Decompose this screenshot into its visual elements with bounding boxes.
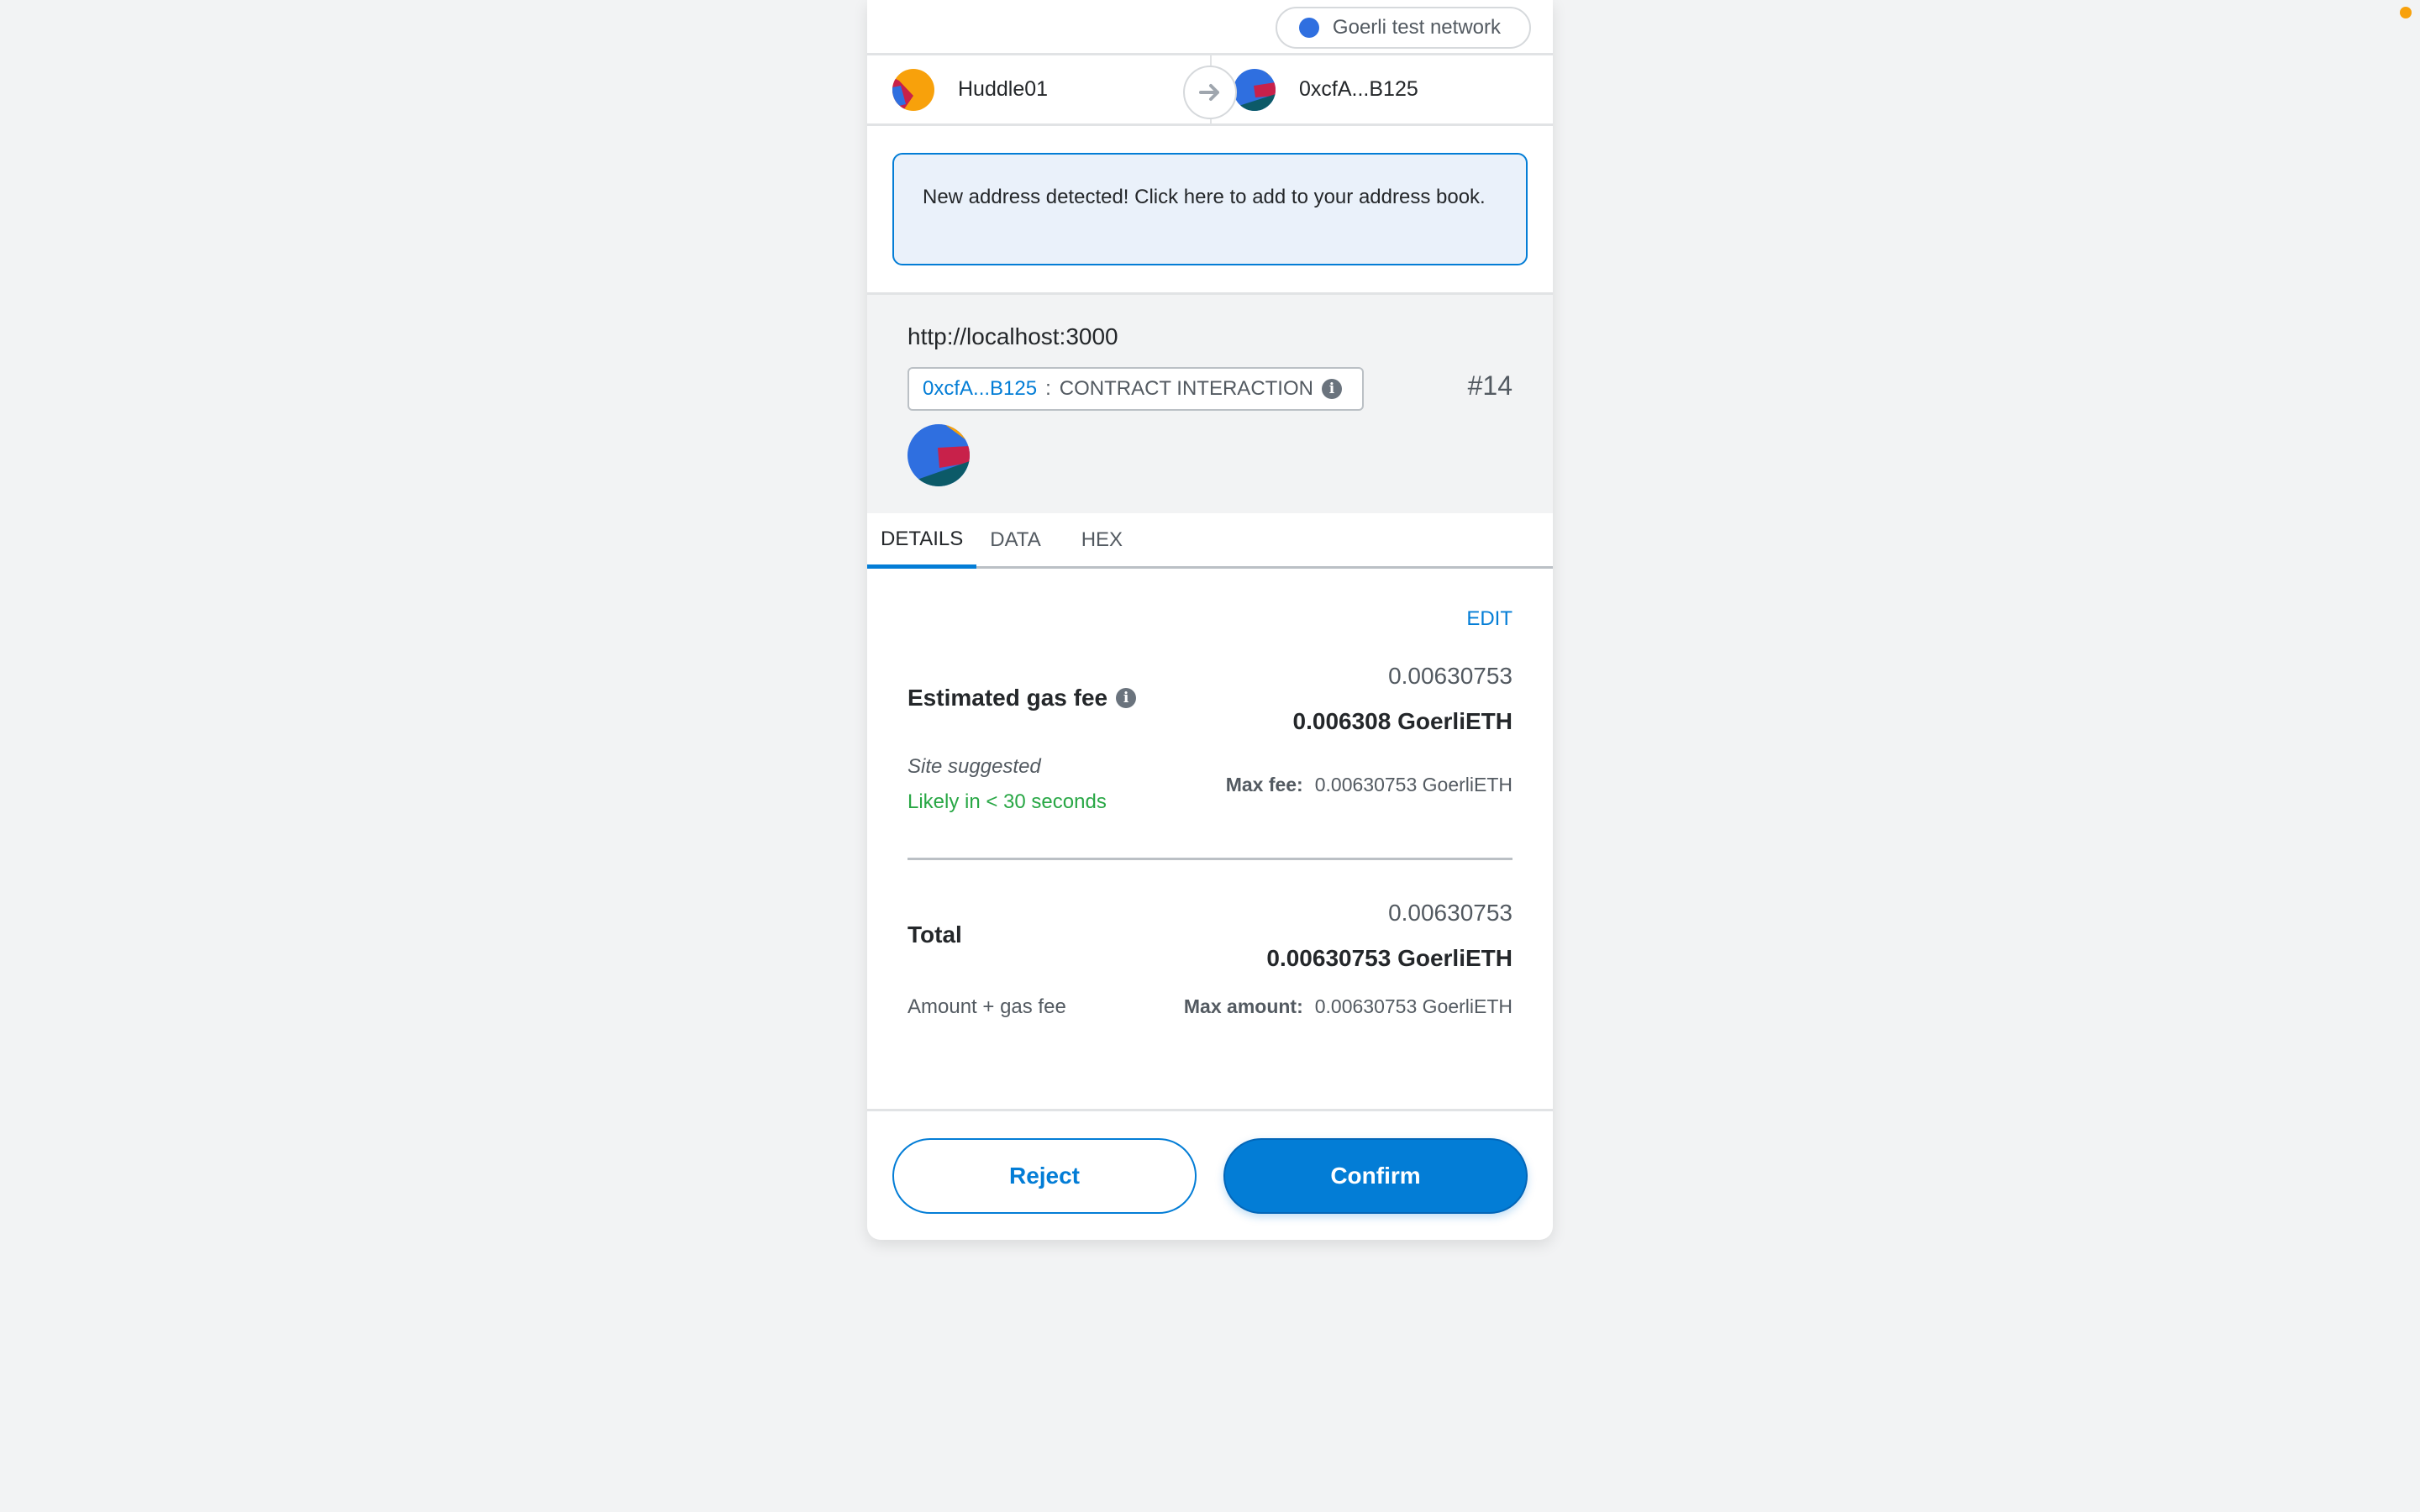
- confirm-transaction-popup: Goerli test network Huddle01 0xcfA...B12…: [867, 0, 1553, 1240]
- info-icon[interactable]: i: [1321, 379, 1342, 399]
- tab-data[interactable]: DATA: [976, 513, 1054, 566]
- nonce: #14: [1467, 370, 1512, 401]
- origin-url: http://localhost:3000: [908, 323, 1118, 349]
- max-fee-value: 0.00630753 GoerliETH: [1314, 774, 1512, 795]
- gas-fee-title: Estimated gas fee: [908, 685, 1108, 711]
- details-panel: EDIT 0.00630753 Estimated gas fee i 0.00…: [867, 569, 1553, 1108]
- max-fee-label: Max fee:: [1225, 774, 1303, 795]
- banner-container: New address detected! Click here to add …: [867, 126, 1553, 295]
- new-address-banner[interactable]: New address detected! Click here to add …: [892, 153, 1528, 265]
- tab-bar: DETAILS DATA HEX: [867, 513, 1553, 569]
- tab-hex[interactable]: HEX: [1068, 513, 1136, 566]
- contract-address-link[interactable]: 0xcfA...B125: [923, 377, 1037, 401]
- status-dot: [2400, 7, 2412, 18]
- sender-recipient-row: Huddle01 0xcfA...B125: [867, 55, 1553, 126]
- footer-actions: Reject Confirm: [867, 1109, 1553, 1240]
- separator: :: [1045, 377, 1051, 400]
- network-label: Goerli test network: [1332, 16, 1501, 39]
- sender-name: Huddle01: [958, 77, 1049, 101]
- jazzicon-avatar-icon: [908, 424, 970, 486]
- sender-account[interactable]: Huddle01: [867, 68, 1210, 111]
- reject-button[interactable]: Reject: [892, 1138, 1197, 1214]
- arrow-right-icon: [1183, 66, 1237, 119]
- gas-primary-amount: 0.006308 GoerliETH: [1292, 708, 1512, 734]
- confirm-button[interactable]: Confirm: [1223, 1138, 1528, 1214]
- max-amount-label: Max amount:: [1183, 995, 1303, 1017]
- recipient-account[interactable]: 0xcfA...B125: [1210, 68, 1553, 111]
- jazzicon-avatar-icon: [892, 68, 934, 111]
- max-amount-line: Max amount: 0.00630753 GoerliETH: [1184, 995, 1512, 1018]
- tab-details[interactable]: DETAILS: [867, 513, 977, 569]
- method-name: CONTRACT INTERACTION: [1059, 377, 1313, 400]
- network-dot-icon: [1298, 18, 1319, 38]
- recipient-address: 0xcfA...B125: [1299, 77, 1418, 101]
- jazzicon-avatar-icon: [1234, 68, 1276, 111]
- info-icon[interactable]: i: [1116, 688, 1137, 708]
- network-selector[interactable]: Goerli test network: [1275, 7, 1531, 49]
- max-amount-value: 0.00630753 GoerliETH: [1314, 995, 1512, 1017]
- network-header: Goerli test network: [867, 0, 1553, 55]
- max-fee-line: Max fee: 0.00630753 GoerliETH: [1226, 774, 1512, 796]
- divider: [908, 858, 1512, 860]
- transaction-origin: http://localhost:3000 0xcfA...B125 : CON…: [867, 295, 1553, 513]
- total-primary-amount: 0.00630753 GoerliETH: [1266, 945, 1512, 971]
- edit-gas-button[interactable]: EDIT: [1466, 607, 1512, 631]
- method-badge: 0xcfA...B125 : CONTRACT INTERACTION i: [908, 367, 1364, 411]
